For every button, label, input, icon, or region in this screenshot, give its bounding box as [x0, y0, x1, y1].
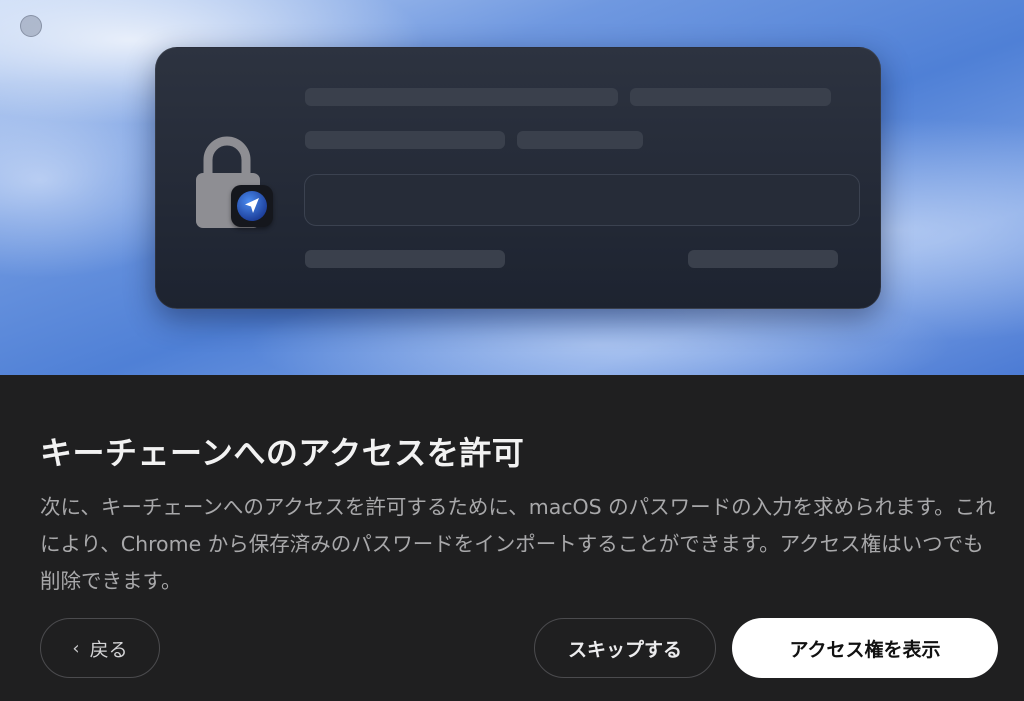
placeholder-bar: [688, 250, 838, 268]
back-button[interactable]: ‹ 戻る: [40, 618, 160, 678]
page-title: キーチェーンへのアクセスを許可: [40, 434, 525, 472]
window-close-dot-icon[interactable]: [20, 15, 42, 37]
keychain-access-screen: キーチェーンへのアクセスを許可 次に、キーチェーンへのアクセスを許可するために、…: [0, 0, 1024, 701]
show-access-button-label: アクセス権を表示: [789, 638, 941, 661]
chevron-left-icon: ‹: [72, 637, 80, 659]
content-panel: キーチェーンへのアクセスを許可 次に、キーチェーンへのアクセスを許可するために、…: [0, 375, 1024, 701]
placeholder-bar: [517, 131, 643, 149]
back-button-label: 戻る: [89, 638, 128, 661]
hero-illustration: [0, 0, 1024, 375]
skip-button[interactable]: スキップする: [534, 618, 716, 678]
password-prompt-illustration: [155, 47, 881, 309]
placeholder-bar: [305, 88, 618, 106]
lock-icon: [193, 130, 277, 230]
skip-button-label: スキップする: [567, 638, 682, 661]
page-description: 次に、キーチェーンへのアクセスを許可するために、macOS のパスワードの入力を…: [40, 495, 996, 593]
placeholder-password-field: [304, 174, 860, 226]
show-access-button[interactable]: アクセス権を表示: [732, 618, 998, 678]
placeholder-bar: [305, 131, 505, 149]
placeholder-bar: [630, 88, 831, 106]
placeholder-bar: [305, 250, 505, 268]
navigation-arrow-icon: [231, 185, 273, 227]
